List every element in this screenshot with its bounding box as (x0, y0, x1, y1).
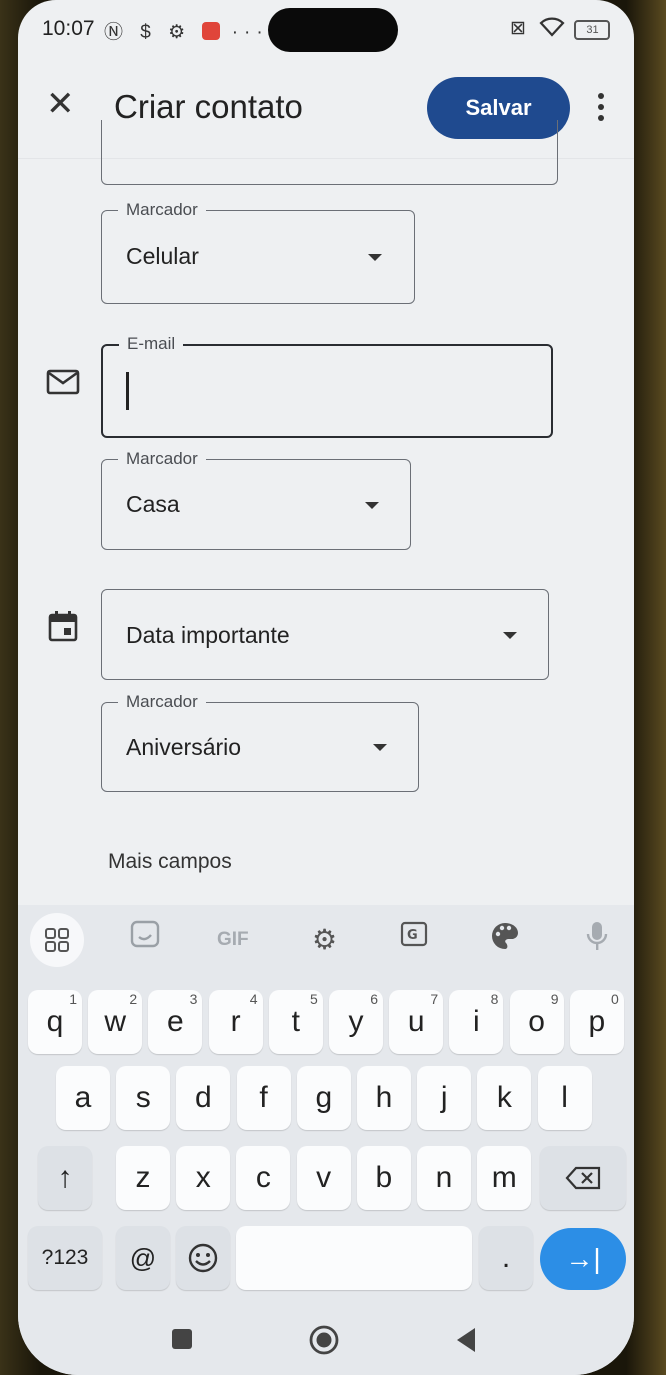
date-label-dropdown[interactable]: Marcador Aniversário (101, 692, 419, 792)
chevron-down-icon (365, 502, 379, 509)
chevron-down-icon (373, 744, 387, 751)
key-v[interactable]: v (296, 1146, 351, 1210)
chevron-down-icon (368, 254, 382, 261)
email-label-value: Casa (126, 491, 180, 517)
key-c[interactable]: c (236, 1146, 291, 1210)
key-w[interactable]: w2 (88, 990, 143, 1054)
key-n[interactable]: n (417, 1146, 471, 1210)
app-notification-icon (202, 22, 221, 40)
more-fields-link[interactable]: Mais campos (108, 850, 232, 874)
key-hint-3: 3 (189, 991, 198, 1007)
key-d[interactable]: d (176, 1066, 231, 1130)
battery-icon: 31 (574, 20, 611, 40)
status-time: 10:07 (42, 17, 95, 40)
key-hint-9: 9 (550, 991, 559, 1007)
home-nav-icon[interactable] (308, 1324, 340, 1361)
key-g[interactable]: g (296, 1066, 351, 1130)
phone-label-value: Celular (126, 243, 199, 269)
key-t[interactable]: t5 (268, 990, 323, 1054)
screen: 10:07 Ⓝ $ ⚙ ··· ⊠ 31 ✕ Criar contato Sal… (18, 0, 634, 1375)
chevron-down-icon (503, 632, 517, 639)
phone-field-partial[interactable] (101, 120, 558, 185)
key-b[interactable]: b (356, 1146, 411, 1210)
translate-icon[interactable]: G (400, 920, 430, 954)
key-m[interactable]: m (477, 1146, 532, 1210)
phone-label-caption: Marcador (118, 200, 206, 220)
period-key[interactable]: . (479, 1226, 533, 1290)
email-label-caption: Marcador (118, 449, 206, 469)
microphone-icon[interactable] (586, 920, 608, 958)
key-y[interactable]: y6 (329, 990, 383, 1054)
camera-cutout (268, 8, 398, 52)
email-label-dropdown[interactable]: Marcador Casa (101, 449, 411, 550)
key-hint-1: 1 (69, 991, 77, 1007)
status-left-icons: Ⓝ $ ⚙ ··· (104, 17, 269, 44)
phone-label-dropdown[interactable]: Marcador Celular (101, 200, 415, 304)
text-cursor (126, 372, 129, 410)
emoji-key[interactable] (176, 1226, 230, 1290)
enter-key[interactable]: →| (540, 1228, 626, 1290)
key-hint-8: 8 (490, 991, 499, 1007)
key-z[interactable]: z (116, 1146, 170, 1210)
key-p[interactable]: p0 (569, 990, 624, 1054)
key-s[interactable]: s (116, 1066, 171, 1130)
key-u[interactable]: u7 (389, 990, 444, 1054)
key-j[interactable]: j (417, 1066, 472, 1130)
key-hint-6: 6 (370, 991, 378, 1007)
key-a[interactable]: a (56, 1066, 110, 1130)
settings-gear-icon[interactable]: ⚙ (312, 923, 337, 956)
symbols-key[interactable]: ?123 (28, 1226, 102, 1290)
key-r[interactable]: r4 (208, 990, 263, 1054)
notification-icons: Ⓝ $ ⚙ (104, 22, 192, 43)
no-sim-icon: ⊠ (510, 18, 530, 39)
wifi-icon (539, 17, 574, 39)
key-h[interactable]: h (357, 1066, 411, 1130)
key-o[interactable]: o9 (509, 990, 564, 1054)
key-i[interactable]: i8 (449, 990, 504, 1054)
key-hint-5: 5 (310, 991, 318, 1007)
svg-text:G: G (407, 928, 418, 943)
space-key[interactable] (236, 1226, 472, 1290)
important-date-value: Data importante (126, 622, 290, 648)
mail-icon (46, 369, 80, 400)
key-hint-4: 4 (249, 991, 258, 1007)
key-hint-0: 0 (611, 991, 619, 1007)
keyboard (18, 905, 634, 1375)
sticker-icon[interactable] (130, 920, 160, 954)
more-options-icon[interactable] (598, 93, 606, 126)
backspace-key[interactable] (540, 1146, 626, 1210)
email-field-label: E-mail (119, 334, 184, 354)
key-hint-2: 2 (129, 991, 138, 1007)
back-nav-icon[interactable] (455, 1327, 477, 1358)
gif-button[interactable]: GIF (217, 929, 249, 951)
key-f[interactable]: f (236, 1066, 291, 1130)
important-date-dropdown[interactable]: Data importante (101, 589, 549, 680)
date-label-caption: Marcador (118, 692, 206, 712)
date-label-value: Aniversário (126, 734, 242, 760)
key-k[interactable]: k (477, 1066, 532, 1130)
close-icon[interactable]: ✕ (46, 84, 75, 124)
key-x[interactable]: x (176, 1146, 231, 1210)
at-key[interactable]: @ (116, 1226, 170, 1290)
recents-nav-icon[interactable] (171, 1328, 193, 1355)
email-field[interactable]: E-mail (101, 334, 553, 438)
key-l[interactable]: l (537, 1066, 592, 1130)
key-e[interactable]: e3 (148, 990, 203, 1054)
more-notifications-icon: ··· (231, 22, 269, 43)
status-right-icons: ⊠ 31 (510, 17, 611, 40)
apps-grid-button[interactable] (30, 913, 84, 967)
key-q[interactable]: q1 (28, 990, 82, 1054)
calendar-icon (48, 610, 78, 647)
key-hint-7: 7 (430, 991, 439, 1007)
palette-icon[interactable] (490, 921, 520, 957)
shift-key[interactable]: ↑ (38, 1146, 92, 1210)
